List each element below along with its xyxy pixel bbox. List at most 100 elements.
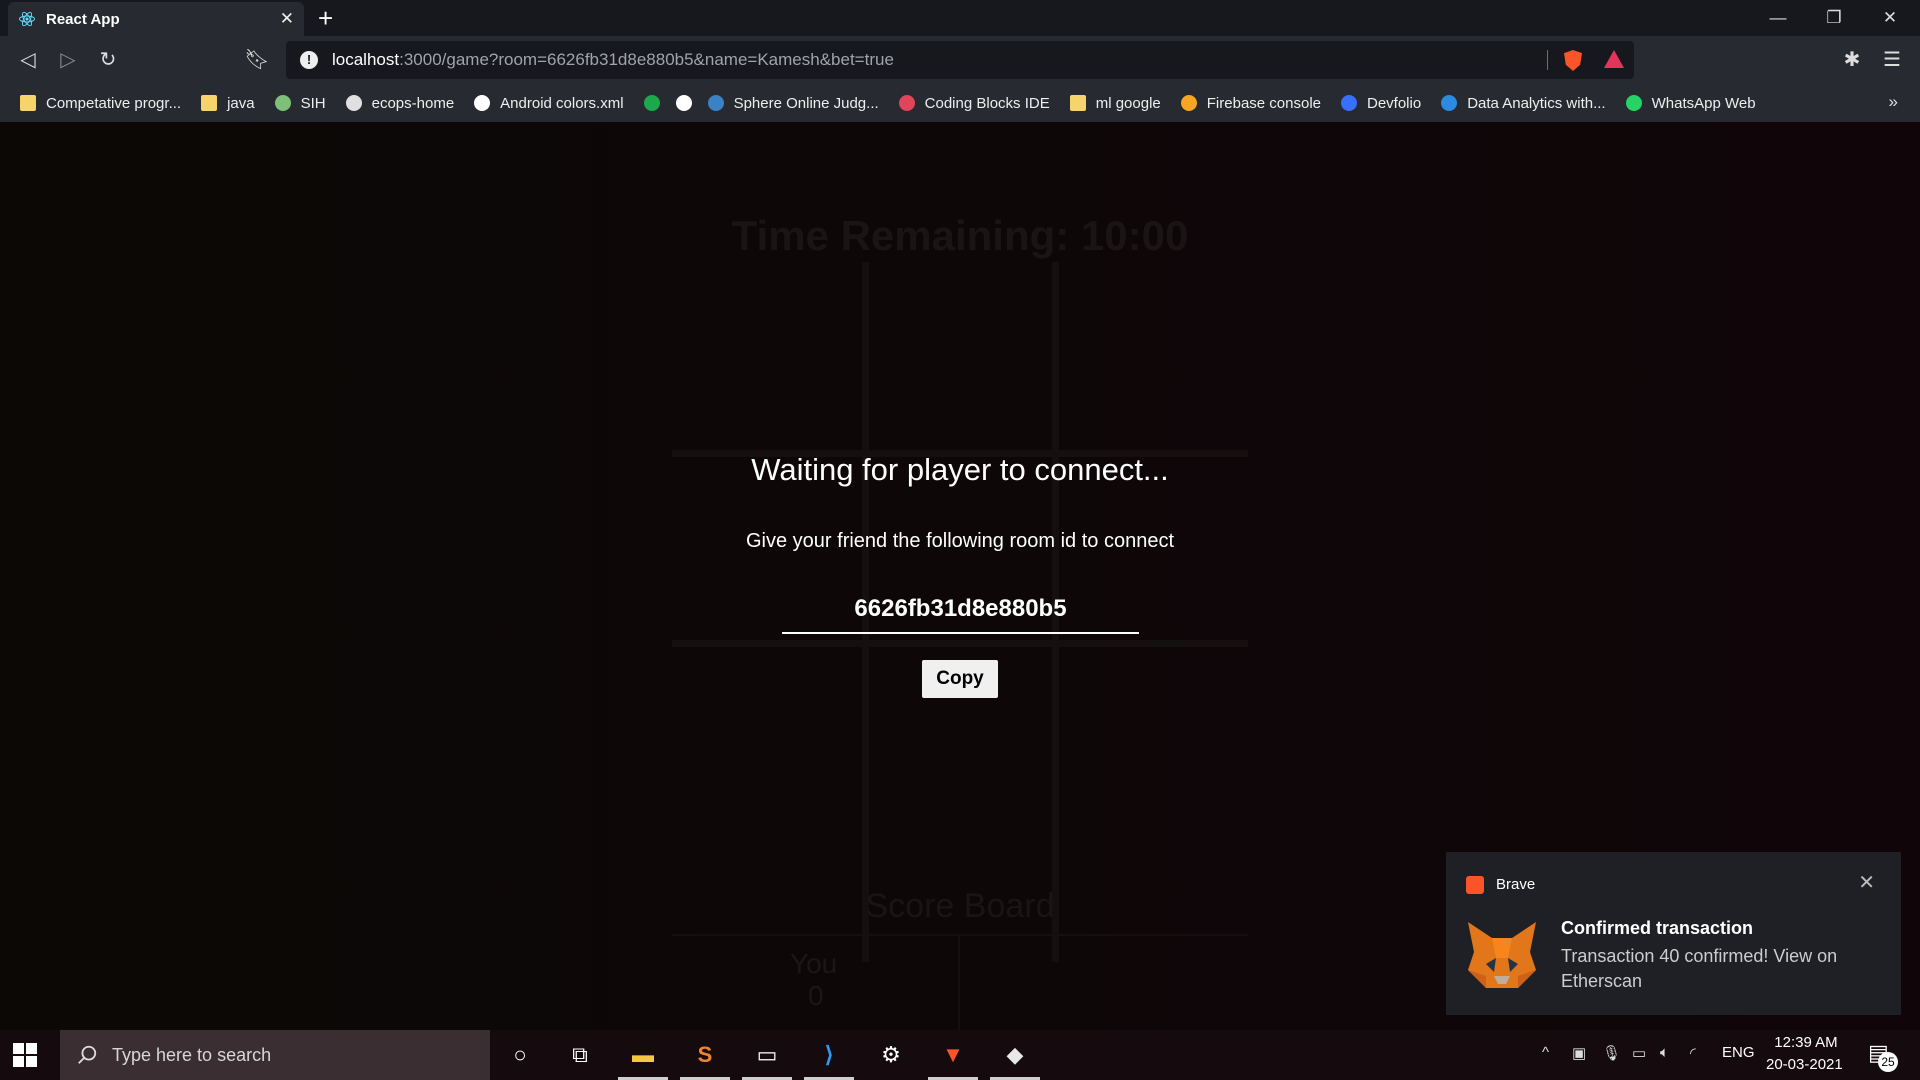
bookmark-item[interactable]: Coding Blocks IDE [898, 94, 1050, 112]
brave-shield-icon[interactable] [1564, 50, 1582, 71]
bookmark-item[interactable] [643, 95, 660, 111]
wifi-icon[interactable]: ◜ [1690, 1044, 1696, 1062]
bookmark-label: Competative progr... [46, 94, 182, 112]
s-icon [1441, 95, 1458, 111]
globe-icon [274, 95, 291, 111]
brave-icon [1466, 876, 1484, 894]
vscode-icon[interactable]: ⟩ [814, 1040, 844, 1070]
browser-tab[interactable]: React App ✕ [8, 2, 304, 36]
bookmark-item[interactable]: WhatsApp Web [1625, 94, 1756, 112]
site-info-icon[interactable]: ! [300, 51, 318, 69]
search-icon [78, 1045, 97, 1064]
bookmark-item[interactable]: java [201, 95, 255, 112]
folder-icon [1069, 95, 1086, 111]
bookmark-label: java [227, 94, 255, 112]
notification-count-badge: 25 [1878, 1052, 1898, 1072]
sublime-text-icon[interactable]: S [690, 1040, 720, 1070]
volume-icon[interactable]: 🔈︎ [1660, 1044, 1669, 1061]
bookmark-label: Data Analytics with... [1467, 94, 1606, 112]
forward-icon[interactable]: ▷ [54, 46, 82, 74]
url-text: localhost:3000/game?room=6626fb31d8e880b… [332, 50, 894, 70]
bookmarks-bar: Competative progr... java SIH ecops-home And… [0, 84, 1920, 122]
bookmark-item[interactable]: Competative progr... [20, 95, 181, 112]
tab-close-icon[interactable]: ✕ [280, 9, 294, 29]
notification-body: Transaction 40 confirmed! View on Ethers… [1561, 946, 1838, 991]
cube-icon [898, 95, 915, 111]
firebase-icon [1180, 95, 1197, 111]
git-icon[interactable]: ◆ [1000, 1040, 1030, 1070]
bookmark-label: WhatsApp Web [1651, 94, 1756, 112]
task-view-icon[interactable]: ⧉ [565, 1040, 595, 1070]
chevron-up-icon[interactable]: ^ [1542, 1044, 1549, 1061]
url-host: localhost [332, 50, 400, 69]
notification-title: Confirmed transaction [1561, 918, 1754, 938]
bookmark-label: Devfolio [1367, 94, 1422, 112]
room-id-field[interactable] [782, 586, 1139, 634]
bookmark-item[interactable]: Sphere Online Judg... [707, 94, 879, 112]
site-icon [345, 95, 362, 111]
whatsapp-icon [1625, 95, 1642, 111]
battery-icon[interactable]: ▭ [1632, 1044, 1646, 1062]
settings-icon[interactable]: ⚙ [876, 1040, 906, 1070]
terminal-icon[interactable]: ▭ [752, 1040, 782, 1070]
new-tab-button[interactable]: + [318, 4, 333, 32]
bookmark-label: Sphere Online Judg... [733, 94, 879, 112]
browser-nav-bar: ◁ ▷ ↻ 🔖︎ ! localhost:3000/game?room=6626… [0, 36, 1920, 84]
globe-icon [675, 95, 692, 111]
folder-icon [20, 95, 36, 111]
bookmark-item[interactable]: ml google [1069, 94, 1161, 112]
bookmark-item[interactable] [675, 95, 692, 111]
search-placeholder: Type here to search [112, 1044, 272, 1065]
extensions-icon[interactable]: ✱ [1838, 46, 1866, 74]
react-icon [19, 11, 35, 27]
bookmark-label: Coding Blocks IDE [924, 94, 1050, 112]
notification-toast[interactable]: Brave ✕ Confirmed transaction Transactio… [1446, 852, 1901, 1015]
bookmark-item[interactable]: Devfolio [1341, 95, 1421, 112]
minimize-icon[interactable]: — [1758, 4, 1798, 32]
meet-icon[interactable]: ▣ [1572, 1044, 1586, 1062]
bookmark-label: Android colors.xml [500, 94, 624, 112]
cortana-icon[interactable]: ○ [505, 1040, 535, 1070]
address-separator [1547, 50, 1548, 70]
bookmark-item[interactable]: Firebase console [1180, 95, 1321, 112]
brave-browser-icon[interactable]: ▼ [938, 1040, 968, 1070]
address-bar[interactable]: ! localhost:3000/game?room=6626fb31d8e88… [286, 41, 1634, 79]
modal-subheading: Give your friend the following room id t… [746, 530, 1174, 552]
menu-icon[interactable]: ☰ [1878, 46, 1906, 74]
clock-date[interactable]: 20-03-2021 [1766, 1056, 1843, 1073]
bookmark-item[interactable]: Data Analytics with... [1441, 94, 1606, 112]
microphone-icon[interactable]: 🎙︎ [1602, 1044, 1621, 1062]
hackerrank-icon [643, 95, 660, 111]
bookmarks-overflow-icon[interactable]: » [1889, 92, 1898, 112]
spoj-icon [707, 95, 724, 111]
windows-start-icon[interactable] [12, 1042, 38, 1068]
copy-button[interactable]: Copy [922, 660, 998, 698]
bookmark-label: ml google [1095, 94, 1161, 112]
bookmark-label: ecops-home [371, 94, 455, 112]
notification-close-icon[interactable]: ✕ [1858, 870, 1875, 895]
language-indicator[interactable]: ENG [1722, 1044, 1755, 1061]
windows-taskbar: Type here to search ○ ⧉ ▬ S ▭ ⟩ ⚙ ▼ ◆ ^ … [0, 1030, 1920, 1080]
url-path: :3000/game?room=6626fb31d8e880b5&name=Ka… [399, 50, 894, 69]
tab-title: React App [46, 10, 120, 28]
reload-icon[interactable]: ↻ [94, 46, 122, 74]
brave-rewards-icon[interactable] [1604, 50, 1624, 68]
clock-time[interactable]: 12:39 AM [1768, 1034, 1844, 1051]
back-icon[interactable]: ◁ [14, 46, 42, 74]
bookmark-label: SIH [300, 94, 326, 112]
bookmark-item[interactable]: ecops-home [345, 94, 455, 112]
close-window-icon[interactable]: ✕ [1870, 4, 1910, 32]
notification-app-name: Brave [1496, 876, 1536, 893]
folder-icon [201, 95, 218, 111]
devfolio-icon [1341, 95, 1357, 111]
restore-icon[interactable]: ❐ [1814, 4, 1854, 32]
bookmark-item[interactable]: Android colors.xml [474, 94, 624, 112]
taskbar-search[interactable]: Type here to search [60, 1030, 490, 1080]
metamask-fox-icon [1468, 922, 1536, 988]
github-icon [474, 95, 491, 111]
file-explorer-icon[interactable]: ▬ [628, 1040, 658, 1070]
bookmark-icon[interactable]: 🔖︎ [243, 46, 271, 74]
browser-tab-bar: React App ✕ + — ❐ ✕ [0, 0, 1920, 36]
bookmark-item[interactable]: SIH [274, 94, 326, 112]
modal-heading: Waiting for player to connect... [751, 452, 1169, 487]
